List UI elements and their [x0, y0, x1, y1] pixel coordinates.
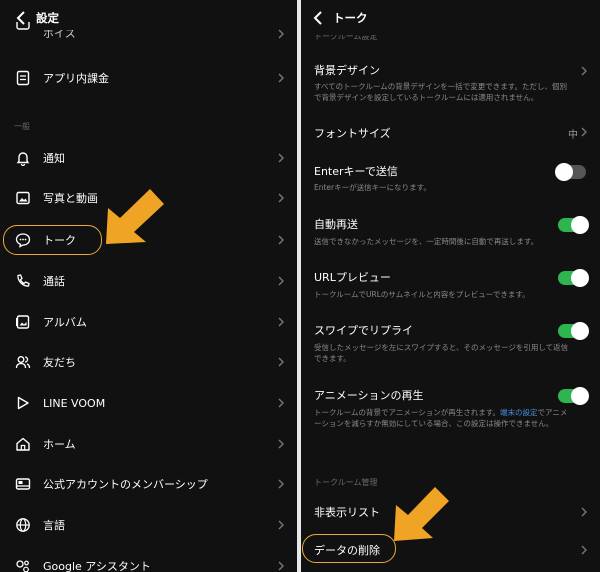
menu-item-label: 友だち: [43, 356, 76, 369]
section-header-talkroom-management: トークルーム管理: [314, 478, 378, 487]
setting-description: トークルームでURLのサムネイルと内容をプレビューできます。: [314, 290, 530, 299]
toggle-knob: [571, 322, 589, 340]
menu-item-label: 写真と動画: [43, 192, 98, 205]
chevron-right-icon: [278, 520, 284, 530]
chevron-right-icon: [278, 193, 284, 203]
swipe-reply-toggle[interactable]: [558, 322, 589, 340]
highlight-outline-talk: [3, 225, 102, 255]
toggle-knob: [555, 163, 573, 181]
menu-item-label: 通話: [43, 275, 65, 288]
pointer-arrow-icon: [394, 487, 449, 541]
setting-swipe-reply[interactable]: スワイプでリプライ 受信したメッセージを左にスワイプすると、そのメッセージを引用…: [301, 315, 600, 371]
url-preview-toggle[interactable]: [558, 269, 589, 287]
setting-description: 受信したメッセージを左にスワイプすると、そのメッセージを引用して返信できます。: [314, 343, 569, 363]
chevron-right-icon: [278, 439, 284, 449]
menu-item-calls[interactable]: 通話: [0, 261, 297, 301]
album-icon: [14, 313, 32, 331]
bell-icon: [14, 149, 32, 167]
photo-icon: [14, 189, 32, 207]
menu-item-label: 通知: [43, 152, 65, 165]
setting-title: スワイプでリプライ: [314, 324, 413, 337]
toggle-knob: [571, 387, 589, 405]
talk-settings-panel: トーク トークルーム設定 背景デザイン すべてのトークルームの背景デザインを一括…: [301, 0, 600, 572]
menu-item-notifications[interactable]: 通知: [0, 138, 297, 178]
menu-item-label: Google アシスタント: [43, 560, 151, 572]
menu-item-label: 公式アカウントのメンバーシップ: [43, 478, 208, 491]
setting-url-preview[interactable]: URLプレビュー トークルームでURLのサムネイルと内容をプレビューできます。: [301, 262, 600, 306]
menu-item-official-membership[interactable]: 公式アカウントのメンバーシップ: [0, 464, 297, 504]
chevron-right-icon: [278, 479, 284, 489]
setting-description: トークルームの背景でアニメーションが再生されます。端末の設定でアニメーションを減…: [314, 407, 574, 429]
chevron-right-icon: [278, 153, 284, 163]
device-settings-link[interactable]: 端末の設定: [500, 408, 538, 417]
assistant-icon: [14, 557, 32, 572]
phone-icon: [14, 272, 32, 290]
home-icon: [14, 435, 32, 453]
animation-toggle[interactable]: [558, 387, 589, 405]
back-arrow-icon[interactable]: [307, 7, 329, 29]
setting-enter-to-send[interactable]: Enterキーで送信 Enterキーが送信キーになります。: [301, 156, 600, 200]
setting-animation-playback[interactable]: アニメーションの再生 トークルームの背景でアニメーションが再生されます。端末の設…: [301, 380, 600, 436]
chevron-right-icon: [278, 235, 284, 245]
menu-item-google-assistant[interactable]: Google アシスタント: [0, 546, 297, 572]
truncated-row[interactable]: [0, 22, 297, 40]
setting-description: Enterキーが送信キーになります。: [314, 183, 431, 192]
chevron-right-icon: [278, 29, 284, 39]
section-header-general: 一般: [14, 122, 30, 131]
pointer-arrow-icon: [106, 189, 164, 244]
setting-font-size[interactable]: フォントサイズ 中: [301, 114, 600, 150]
chevron-right-icon: [278, 73, 284, 83]
setting-title: URLプレビュー: [314, 271, 391, 284]
voice-icon: [14, 22, 32, 32]
menu-item-label: LINE VOOM: [43, 396, 106, 410]
setting-auto-resend[interactable]: 自動再送 送信できなかったメッセージを、一定時間後に自動で再送します。: [301, 209, 600, 253]
setting-title: 自動再送: [314, 218, 358, 231]
chevron-right-icon: [581, 545, 587, 555]
page-title: トーク: [333, 11, 368, 25]
menu-item-label: アルバム: [43, 316, 87, 329]
chevron-right-icon: [581, 66, 587, 76]
setting-title: アニメーションの再生: [314, 389, 424, 402]
setting-description: 送信できなかったメッセージを、一定時間後に自動で再送します。: [314, 237, 539, 246]
auto-resend-toggle[interactable]: [558, 216, 589, 234]
setting-title: 背景デザイン: [314, 64, 380, 77]
menu-item-label: 言語: [43, 519, 65, 532]
highlight-outline-delete-data: [302, 534, 396, 563]
chevron-right-icon: [581, 507, 587, 517]
toggle-knob: [571, 216, 589, 234]
menu-item-line-voom[interactable]: LINE VOOM: [0, 383, 297, 423]
setting-title: フォントサイズ: [314, 127, 391, 140]
menu-item-album[interactable]: アルバム: [0, 302, 297, 342]
menu-item-label: ホーム: [43, 438, 76, 451]
receipt-icon: [14, 69, 32, 87]
globe-icon: [14, 516, 32, 534]
setting-title: Enterキーで送信: [314, 165, 398, 178]
talk-header: トーク: [301, 0, 600, 36]
chevron-right-icon: [581, 127, 587, 137]
menu-item-friends[interactable]: 友だち: [0, 342, 297, 382]
setting-background-design[interactable]: 背景デザイン すべてのトークルームの背景デザインを一括で変更できます。ただし、個…: [301, 54, 600, 108]
chevron-right-icon: [278, 398, 284, 408]
friends-icon: [14, 353, 32, 371]
settings-panel: 設定 ボイス アプリ内課金 一般 通知 写真と動画 トーク 通話 アルバム 友だ…: [0, 0, 297, 572]
chevron-right-icon: [278, 276, 284, 286]
menu-item-home[interactable]: ホーム: [0, 424, 297, 464]
voom-play-icon: [14, 394, 32, 412]
setting-description: すべてのトークルームの背景デザインを一括で変更できます。ただし、個別で背景デザイ…: [314, 82, 567, 102]
page-title: 設定: [36, 11, 59, 25]
section-header-talkroom-settings: トークルーム設定: [314, 35, 378, 40]
menu-item-language[interactable]: 言語: [0, 505, 297, 545]
setting-title: 非表示リスト: [314, 506, 380, 519]
toggle-knob: [571, 269, 589, 287]
chevron-right-icon: [278, 317, 284, 327]
enter-send-toggle[interactable]: [555, 163, 586, 181]
description-text: トークルームの背景でアニメーションが再生されます。: [314, 408, 500, 417]
menu-item-in-app-purchase[interactable]: アプリ内課金: [0, 58, 297, 98]
menu-item-label: アプリ内課金: [43, 72, 109, 85]
chevron-right-icon: [278, 357, 284, 367]
font-size-value: 中: [568, 130, 578, 141]
membership-icon: [14, 475, 32, 493]
chevron-right-icon: [278, 561, 284, 571]
